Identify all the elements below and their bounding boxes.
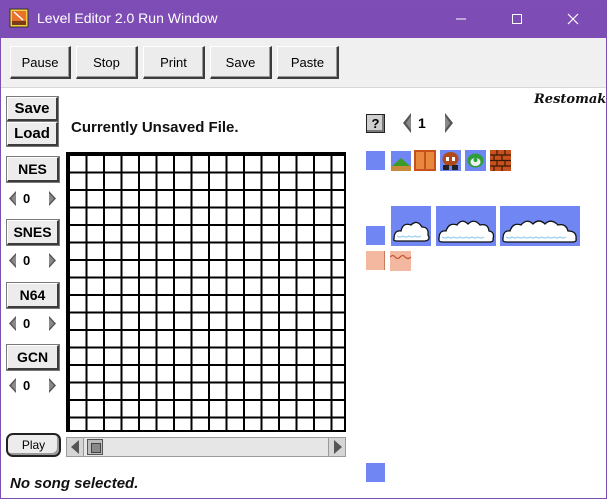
window-border bbox=[0, 0, 607, 499]
